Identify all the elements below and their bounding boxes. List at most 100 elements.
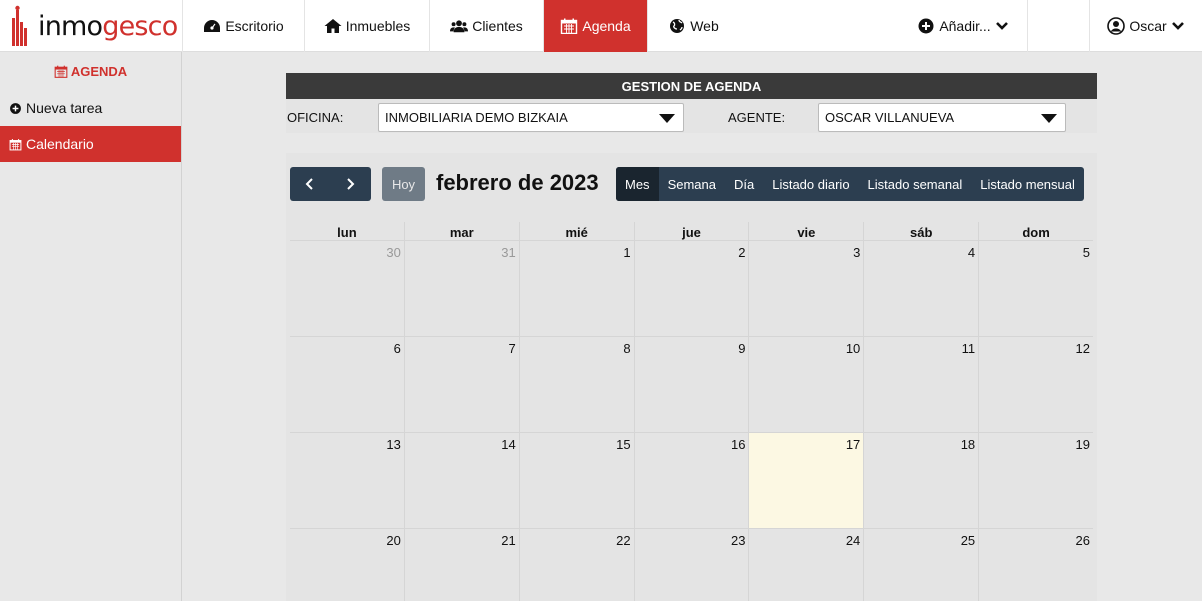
view-button-4[interactable]: Listado semanal (859, 167, 972, 201)
day-number[interactable]: 12 (1076, 341, 1090, 356)
view-button-3[interactable]: Listado diario (763, 167, 858, 201)
day-cell[interactable]: 31 (403, 241, 519, 336)
weekday-label: vie (748, 222, 863, 240)
day-cell[interactable]: 7 (403, 337, 519, 432)
day-number[interactable]: 18 (961, 437, 975, 452)
day-cell[interactable]: 8 (518, 337, 634, 432)
day-cell-today[interactable]: 17 (748, 433, 864, 528)
add-menu-button[interactable]: Añadir... (899, 0, 1027, 52)
week-row: 13 14 15 16 17 18 19 (290, 433, 1093, 529)
nav-item-web[interactable]: Web (647, 0, 739, 52)
day-number[interactable]: 7 (508, 341, 515, 356)
weekday-label: jue (633, 222, 749, 240)
day-number[interactable]: 16 (731, 437, 745, 452)
office-label: OFICINA: (287, 110, 344, 125)
nav-item-clientes[interactable]: Clientes (429, 0, 543, 52)
day-number[interactable]: 20 (386, 533, 400, 548)
day-number[interactable]: 19 (1076, 437, 1090, 452)
day-cell[interactable]: 4 (863, 241, 978, 336)
day-cell[interactable]: 25 (863, 529, 978, 601)
day-cell[interactable]: 12 (978, 337, 1093, 432)
prev-month-button[interactable] (290, 167, 330, 201)
day-number[interactable]: 21 (501, 533, 515, 548)
calendar-nav-group (290, 167, 371, 201)
sidebar-item-nueva-tarea[interactable]: Nueva tarea (0, 90, 181, 126)
building-logo-icon (12, 5, 27, 46)
day-cell[interactable]: 2 (633, 241, 749, 336)
day-number[interactable]: 23 (731, 533, 745, 548)
day-number[interactable]: 6 (394, 341, 401, 356)
agent-select[interactable]: OSCAR VILLANUEVA (818, 103, 1066, 132)
view-button-2[interactable]: Día (725, 167, 763, 201)
weekday-header: lun mar mié jue vie sáb dom (290, 222, 1093, 241)
today-button[interactable]: Hoy (382, 167, 425, 201)
day-cell[interactable]: 3 (748, 241, 863, 336)
day-number[interactable]: 11 (962, 341, 976, 356)
day-cell[interactable]: 18 (863, 433, 978, 528)
day-number[interactable]: 22 (616, 533, 630, 548)
sidebar-item-label: Calendario (26, 136, 94, 152)
nav-item-escritorio[interactable]: Escritorio (182, 0, 304, 52)
nav-label: Clientes (472, 18, 523, 34)
day-number[interactable]: 13 (386, 437, 400, 452)
day-cell[interactable]: 16 (633, 433, 749, 528)
month-grid: lun mar mié jue vie sáb dom 30 31 1 2 3 4 5 6 7 8 9 10 11 1… (290, 222, 1093, 601)
day-number[interactable]: 8 (623, 341, 630, 356)
day-cell[interactable]: 10 (748, 337, 863, 432)
calendar-icon (54, 65, 68, 78)
sidebar-item-calendario[interactable]: Calendario (0, 126, 181, 162)
nav-item-agenda[interactable]: Agenda (543, 0, 647, 52)
day-cell[interactable]: 14 (403, 433, 519, 528)
day-cell[interactable]: 5 (978, 241, 1093, 336)
week-row: 6 7 8 9 10 11 12 (290, 337, 1093, 433)
day-number[interactable]: 30 (386, 245, 400, 260)
weekday-label: mar (403, 222, 519, 240)
next-month-button[interactable] (330, 167, 370, 201)
view-button-0[interactable]: Mes (616, 167, 659, 201)
office-select[interactable]: INMOBILIARIA DEMO BIZKAIA (378, 103, 684, 132)
sidebar: AGENDA Nueva tarea Calendario (0, 52, 182, 601)
day-number[interactable]: 24 (846, 533, 860, 548)
caret-down-icon (659, 114, 675, 123)
day-cell[interactable]: 21 (403, 529, 519, 601)
nav-item-inmuebles[interactable]: Inmuebles (304, 0, 429, 52)
day-cell[interactable]: 9 (633, 337, 749, 432)
view-button-5[interactable]: Listado mensual (971, 167, 1084, 201)
day-number[interactable]: 9 (738, 341, 745, 356)
day-number[interactable]: 3 (853, 245, 860, 260)
day-number[interactable]: 4 (968, 245, 975, 260)
day-cell[interactable]: 23 (633, 529, 749, 601)
day-number[interactable]: 10 (846, 341, 860, 356)
day-number[interactable]: 25 (961, 533, 975, 548)
day-number[interactable]: 31 (501, 245, 515, 260)
day-cell[interactable]: 30 (290, 241, 404, 336)
week-row: 30 31 1 2 3 4 5 (290, 241, 1093, 337)
day-cell[interactable]: 24 (748, 529, 863, 601)
brand-logo[interactable]: inmogesco (0, 0, 182, 52)
day-cell[interactable]: 26 (978, 529, 1093, 601)
day-number[interactable]: 14 (501, 437, 515, 452)
caret-down-icon (1041, 114, 1057, 123)
user-menu-button[interactable]: Oscar (1089, 0, 1202, 52)
users-icon (450, 20, 469, 33)
view-button-1[interactable]: Semana (659, 167, 725, 201)
main-content: GESTION DE AGENDA OFICINA: INMOBILIARIA … (182, 52, 1202, 601)
calendar-icon (9, 138, 22, 150)
chevron-down-icon (1171, 22, 1184, 30)
day-number[interactable]: 15 (616, 437, 630, 452)
day-cell[interactable]: 15 (518, 433, 634, 528)
day-cell[interactable]: 19 (978, 433, 1093, 528)
day-number[interactable]: 2 (738, 245, 745, 260)
day-number[interactable]: 17 (846, 437, 860, 452)
day-number[interactable]: 1 (623, 245, 630, 260)
day-number[interactable]: 26 (1076, 533, 1090, 548)
day-cell[interactable]: 6 (290, 337, 404, 432)
calendar-panel: Hoy febrero de 2023 Mes Semana Día Listado … (286, 153, 1097, 601)
day-cell[interactable]: 22 (518, 529, 634, 601)
day-cell[interactable]: 20 (290, 529, 404, 601)
day-cell[interactable]: 11 (863, 337, 978, 432)
user-name: Oscar (1129, 18, 1167, 34)
day-cell[interactable]: 1 (518, 241, 634, 336)
day-cell[interactable]: 13 (290, 433, 404, 528)
day-number[interactable]: 5 (1083, 245, 1090, 260)
